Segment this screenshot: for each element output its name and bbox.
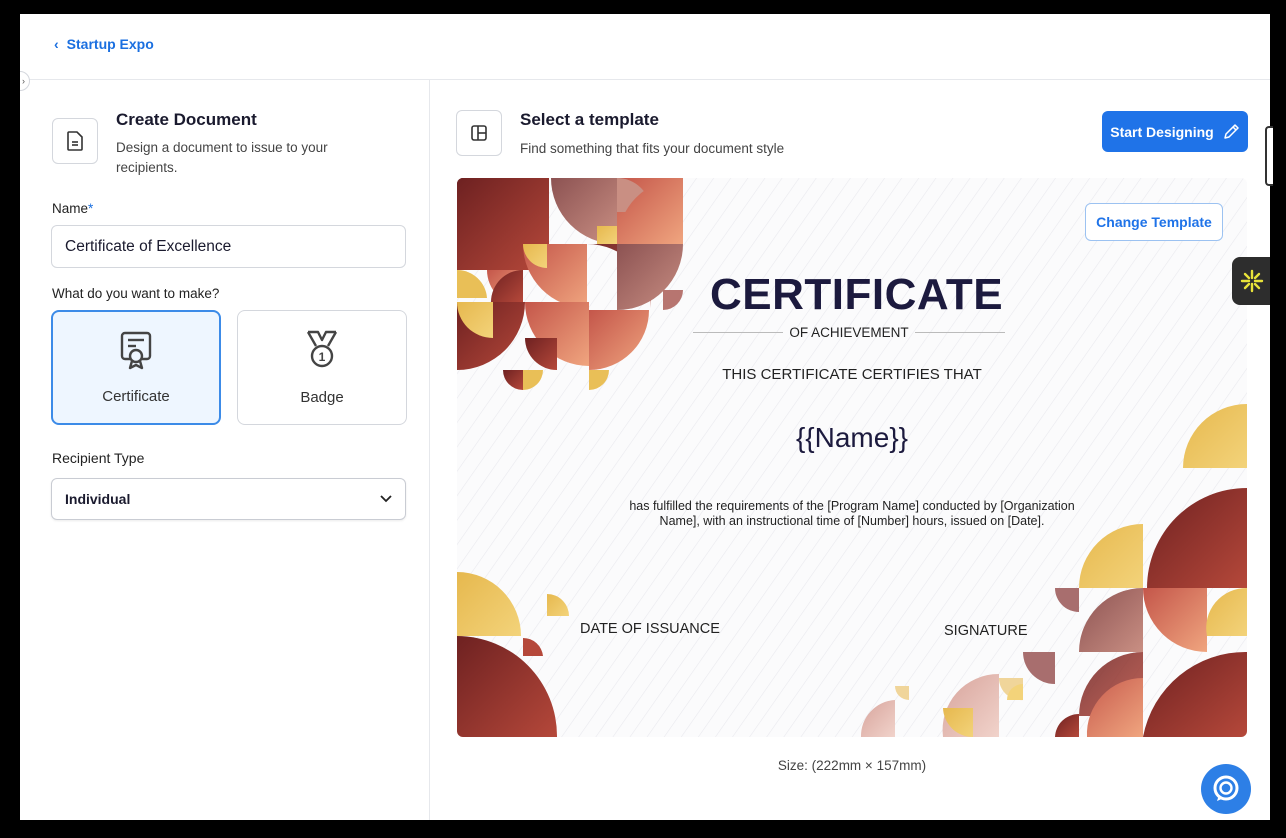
name-label-text: Name bbox=[52, 201, 89, 216]
chevron-down-icon bbox=[380, 495, 392, 503]
certificate-icon bbox=[118, 330, 154, 375]
certificate-signature-label: SIGNATURE bbox=[944, 623, 1028, 639]
start-designing-button[interactable]: Start Designing bbox=[1102, 111, 1248, 152]
document-icon bbox=[52, 118, 98, 164]
app-window: ‹ Startup Expo › Create Document Design … bbox=[20, 14, 1270, 820]
certificate-background-art bbox=[457, 178, 1247, 737]
recipient-type-value: Individual bbox=[65, 491, 131, 507]
name-label: Name* bbox=[52, 201, 93, 216]
certificate-type-label: Certificate bbox=[102, 388, 170, 405]
recipient-type-select[interactable]: Individual bbox=[51, 478, 406, 520]
required-mark: * bbox=[88, 201, 94, 216]
back-link-label: Startup Expo bbox=[66, 36, 154, 52]
create-document-title: Create Document bbox=[116, 110, 257, 129]
divider bbox=[693, 332, 784, 333]
template-panel: Select a template Find something that fi… bbox=[431, 80, 1270, 820]
create-document-panel: Create Document Design a document to iss… bbox=[20, 80, 430, 820]
certificate-date-label: DATE OF ISSUANCE bbox=[580, 621, 720, 637]
start-designing-label: Start Designing bbox=[1110, 123, 1214, 140]
certificate-certifies-text: THIS CERTIFICATE CERTIFIES THAT bbox=[722, 366, 982, 383]
change-template-button[interactable]: Change Template bbox=[1085, 203, 1223, 241]
certificate-type-card[interactable]: Certificate bbox=[51, 310, 221, 425]
divider bbox=[914, 332, 1006, 333]
make-type-label: What do you want to make? bbox=[52, 286, 220, 301]
chat-icon bbox=[1213, 775, 1239, 801]
pen-icon bbox=[1223, 123, 1239, 139]
certificate-subheading-row: OF ACHIEVEMENT bbox=[693, 325, 1006, 340]
back-link[interactable]: ‹ Startup Expo bbox=[54, 36, 154, 52]
select-template-title: Select a template bbox=[520, 110, 659, 129]
create-document-description: Design a document to issue to your recip… bbox=[116, 140, 328, 175]
recipient-type-label: Recipient Type bbox=[52, 450, 145, 466]
select-template-description: Find something that fits your document s… bbox=[520, 141, 785, 156]
certificate-recipient-name: {{Name}} bbox=[795, 422, 909, 453]
chat-button[interactable] bbox=[1201, 764, 1251, 814]
top-bar: ‹ Startup Expo bbox=[20, 14, 1270, 80]
certificate-heading: CERTIFICATE bbox=[710, 270, 1004, 319]
document-size-text: Size: (222mm × 157mm) bbox=[777, 758, 927, 773]
side-tab[interactable] bbox=[1265, 126, 1273, 186]
certificate-preview[interactable]: Change Template CERTIFICATE OF ACHIEVEME… bbox=[457, 178, 1247, 737]
layout-icon bbox=[456, 110, 502, 156]
certificate-subheading: OF ACHIEVEMENT bbox=[789, 325, 909, 340]
extension-widget[interactable] bbox=[1232, 257, 1270, 305]
svg-text:1: 1 bbox=[319, 350, 326, 364]
badge-type-label: Badge bbox=[300, 389, 344, 406]
badge-type-card[interactable]: 1 Badge bbox=[237, 310, 407, 425]
name-input[interactable] bbox=[51, 225, 406, 268]
sparkle-icon bbox=[1240, 269, 1264, 293]
certificate-body-text: has fulfilled the requirements of the [P… bbox=[629, 499, 1075, 528]
medal-icon: 1 bbox=[304, 329, 340, 374]
chevron-left-icon: ‹ bbox=[54, 36, 59, 52]
